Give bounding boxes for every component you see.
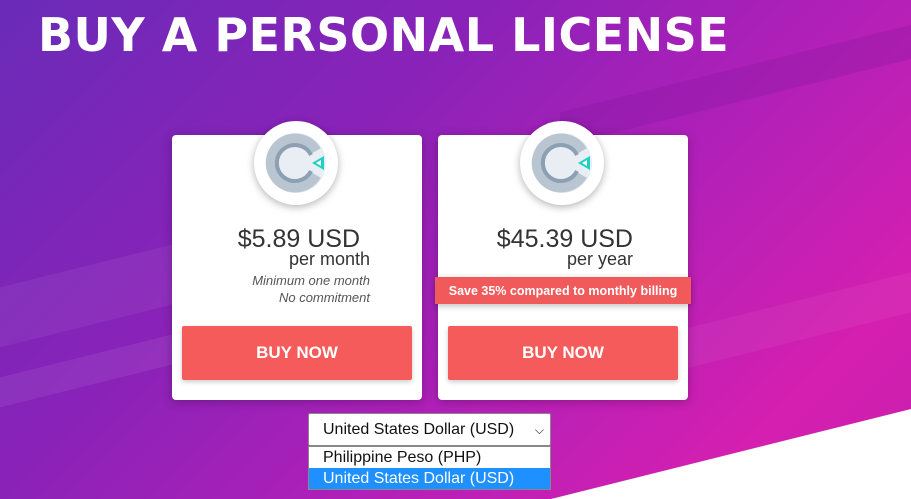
plan-period: per year bbox=[566, 249, 633, 269]
plan-card-monthly: $5.89 USD per month Minimum one month No… bbox=[172, 121, 422, 400]
savings-badge: Save 35% compared to monthly billing bbox=[435, 277, 691, 304]
currency-selected-value: United States Dollar (USD) bbox=[323, 420, 515, 438]
chevron-down-icon: ⌵ bbox=[534, 423, 544, 437]
buy-now-yearly-button[interactable]: BUY NOW bbox=[448, 326, 678, 380]
page-title: BUY A PERSONAL LICENSE bbox=[38, 8, 730, 62]
currency-option-usd[interactable]: United States Dollar (USD) bbox=[309, 468, 550, 489]
plan-period: per month bbox=[288, 249, 370, 269]
buy-now-monthly-button[interactable]: BUY NOW bbox=[182, 326, 412, 380]
product-logo-icon bbox=[254, 121, 338, 205]
plan-card-yearly: $45.39 USD per year Save 35% compared to… bbox=[435, 121, 691, 400]
currency-select[interactable]: United States Dollar (USD) ⌵ bbox=[308, 413, 551, 446]
background-corner bbox=[551, 409, 911, 499]
currency-option-php[interactable]: Philippine Peso (PHP) bbox=[309, 447, 550, 468]
product-logo-icon bbox=[520, 121, 604, 205]
currency-dropdown-list: Philippine Peso (PHP) United States Doll… bbox=[308, 446, 551, 490]
plan-note: Minimum one month bbox=[252, 273, 370, 288]
plan-note: No commitment bbox=[278, 290, 370, 305]
